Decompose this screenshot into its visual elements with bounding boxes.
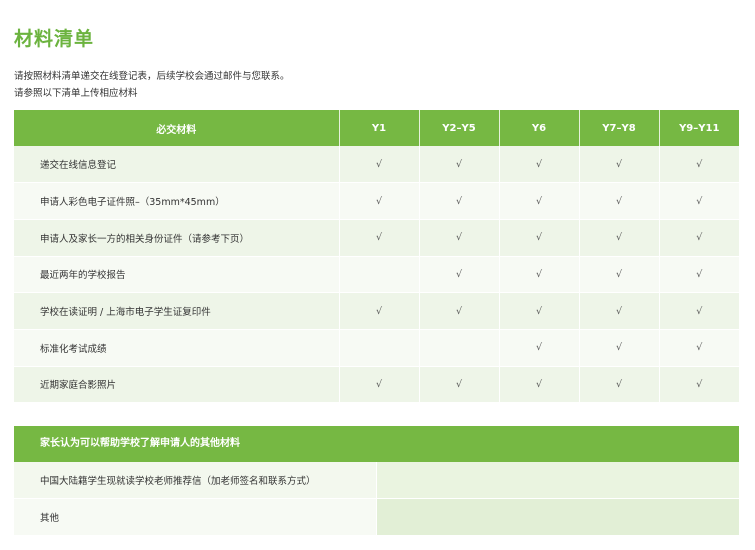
required-materials-table: 必交材料 Y1 Y2–Y5 Y6 Y7–Y8 Y9–Y11 递交在线信息登记 √ √…: [14, 110, 739, 404]
material-item-label: 递交在线信息登记: [14, 146, 339, 184]
check-mark-cell: √: [658, 329, 739, 367]
check-mark-cell: √: [418, 182, 499, 220]
header-y2-y5: Y2–Y5: [418, 110, 499, 146]
material-item-label: 最近两年的学校报告: [14, 256, 339, 294]
material-item-label: 学校在读证明 / 上海市电子学生证复印件: [14, 292, 339, 330]
table-row: 其他: [14, 498, 739, 536]
table-row: 中国大陆籍学生现就读学校老师推荐信（加老师签名和联系方式）: [14, 462, 739, 499]
check-mark-cell: √: [658, 219, 739, 257]
check-mark-cell: √: [498, 182, 579, 220]
table-row: 近期家庭合影照片 √ √ √ √ √: [14, 366, 739, 404]
table-row: 申请人及家长一方的相关身份证件（请参考下页） √ √ √ √ √: [14, 219, 739, 257]
check-mark-cell: √: [658, 366, 739, 404]
check-mark-cell: √: [498, 292, 579, 330]
table-row: 递交在线信息登记 √ √ √ √ √: [14, 146, 739, 184]
material-item-label: 近期家庭合影照片: [14, 366, 339, 404]
material-item-label: 标准化考试成绩: [14, 329, 339, 367]
check-mark-cell: √: [418, 146, 499, 184]
intro-line-2: 请参照以下清单上传相应材料: [14, 88, 138, 99]
check-mark-cell: √: [338, 292, 419, 330]
other-material-item-label: 其他: [14, 498, 376, 536]
check-mark-cell: √: [338, 182, 419, 220]
empty-cell: [375, 462, 739, 499]
check-mark-cell: √: [498, 256, 579, 294]
check-mark-cell: √: [338, 366, 419, 404]
check-mark-cell: [418, 329, 499, 367]
check-mark-cell: √: [418, 366, 499, 404]
table-row: 申请人彩色电子证件照–（35mm*45mm） √ √ √ √ √: [14, 182, 739, 220]
table-header-row: 必交材料 Y1 Y2–Y5 Y6 Y7–Y8 Y9–Y11: [14, 110, 739, 146]
check-mark-cell: √: [658, 182, 739, 220]
check-mark-cell: √: [498, 219, 579, 257]
check-mark-cell: √: [498, 366, 579, 404]
page-title: 材料清单: [14, 28, 95, 50]
check-mark-cell: √: [658, 256, 739, 294]
check-mark-cell: [338, 329, 419, 367]
check-mark-cell: √: [578, 366, 659, 404]
check-mark-cell: √: [418, 256, 499, 294]
header-y6: Y6: [498, 110, 579, 146]
empty-cell: [375, 498, 739, 536]
check-mark-cell: √: [578, 329, 659, 367]
other-material-item-label: 中国大陆籍学生现就读学校老师推荐信（加老师签名和联系方式）: [14, 462, 376, 499]
header-y9-y11: Y9–Y11: [658, 110, 739, 146]
header-required-materials: 必交材料: [14, 110, 339, 146]
header-y7-y8: Y7–Y8: [578, 110, 659, 146]
header-y1: Y1: [338, 110, 419, 146]
check-mark-cell: √: [338, 219, 419, 257]
materials-page: 材料清单 请按照材料清单递交在线登记表，后续学校会通过邮件与您联系。 请参照以下…: [0, 0, 755, 550]
table-row: 最近两年的学校报告 √ √ √ √: [14, 256, 739, 294]
intro-line-1: 请按照材料清单递交在线登记表，后续学校会通过邮件与您联系。: [14, 71, 290, 82]
table-row: 标准化考试成绩 √ √ √: [14, 329, 739, 367]
other-materials-table: 中国大陆籍学生现就读学校老师推荐信（加老师签名和联系方式） 其他: [14, 462, 739, 536]
check-mark-cell: √: [578, 256, 659, 294]
check-mark-cell: √: [338, 146, 419, 184]
check-mark-cell: √: [578, 146, 659, 184]
check-mark-cell: [338, 256, 419, 294]
check-mark-cell: √: [578, 292, 659, 330]
check-mark-cell: √: [578, 182, 659, 220]
check-mark-cell: √: [658, 146, 739, 184]
other-materials-header: 家长认为可以帮助学校了解申请人的其他材料: [14, 426, 739, 462]
check-mark-cell: √: [658, 292, 739, 330]
check-mark-cell: √: [418, 292, 499, 330]
material-item-label: 申请人及家长一方的相关身份证件（请参考下页）: [14, 219, 339, 257]
check-mark-cell: √: [498, 146, 579, 184]
check-mark-cell: √: [418, 219, 499, 257]
table-row: 学校在读证明 / 上海市电子学生证复印件 √ √ √ √ √: [14, 292, 739, 330]
check-mark-cell: √: [498, 329, 579, 367]
material-item-label: 申请人彩色电子证件照–（35mm*45mm）: [14, 182, 339, 220]
check-mark-cell: √: [578, 219, 659, 257]
